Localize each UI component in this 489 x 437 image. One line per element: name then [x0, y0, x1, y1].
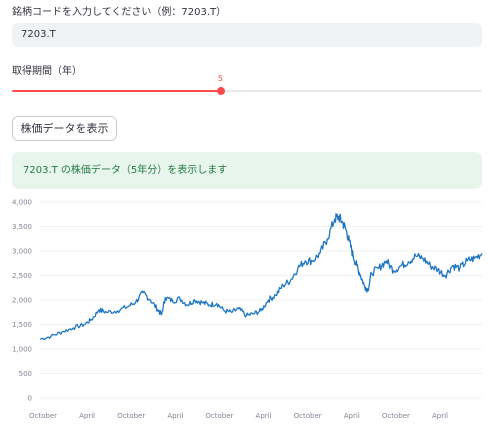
x-tick-label: April — [167, 412, 183, 420]
success-message: 7203.T の株価データ（5年分）を表示します — [12, 152, 482, 189]
show-stock-data-button[interactable]: 株価データを表示 — [12, 116, 117, 141]
x-axis: October April October April October April Octo… — [29, 412, 448, 420]
y-tick-label: 0 — [28, 395, 32, 403]
chart-grid — [40, 201, 482, 399]
x-tick-label: April — [79, 412, 95, 420]
x-tick-label: October — [205, 412, 233, 420]
stock-price-chart: 05001,0001,5002,0002,5003,0003,5004,000 … — [12, 199, 483, 420]
y-tick-label: 1,500 — [12, 321, 32, 329]
price-line — [39, 213, 483, 341]
slider-fill — [12, 90, 221, 92]
y-tick-label: 2,500 — [12, 272, 32, 280]
ticker-input[interactable]: 7203.T — [12, 23, 482, 47]
y-tick-label: 3,500 — [12, 223, 32, 231]
slider-thumb[interactable] — [216, 87, 225, 95]
y-tick-label: 4,000 — [12, 199, 32, 207]
x-tick-label: April — [344, 412, 360, 420]
slider-value: 5 — [217, 74, 223, 83]
x-tick-label: October — [29, 412, 57, 420]
x-tick-label: April — [256, 412, 272, 420]
y-tick-label: 1,000 — [12, 346, 32, 354]
y-tick-label: 500 — [19, 370, 32, 378]
x-tick-label: April — [432, 412, 448, 420]
y-axis: 0 500 1,000 1,500 2,000 2,500 3,000 3,500 4,000 — [12, 199, 32, 403]
x-tick-label: October — [117, 412, 145, 420]
ticker-field-label: 銘柄コードを入力してください（例：7203.T） — [12, 7, 227, 18]
period-slider[interactable]: 5 — [12, 74, 482, 96]
x-tick-label: October — [294, 412, 322, 420]
x-tick-label: October — [382, 412, 410, 420]
y-tick-label: 2,000 — [12, 297, 32, 305]
y-tick-label: 3,000 — [12, 248, 32, 256]
